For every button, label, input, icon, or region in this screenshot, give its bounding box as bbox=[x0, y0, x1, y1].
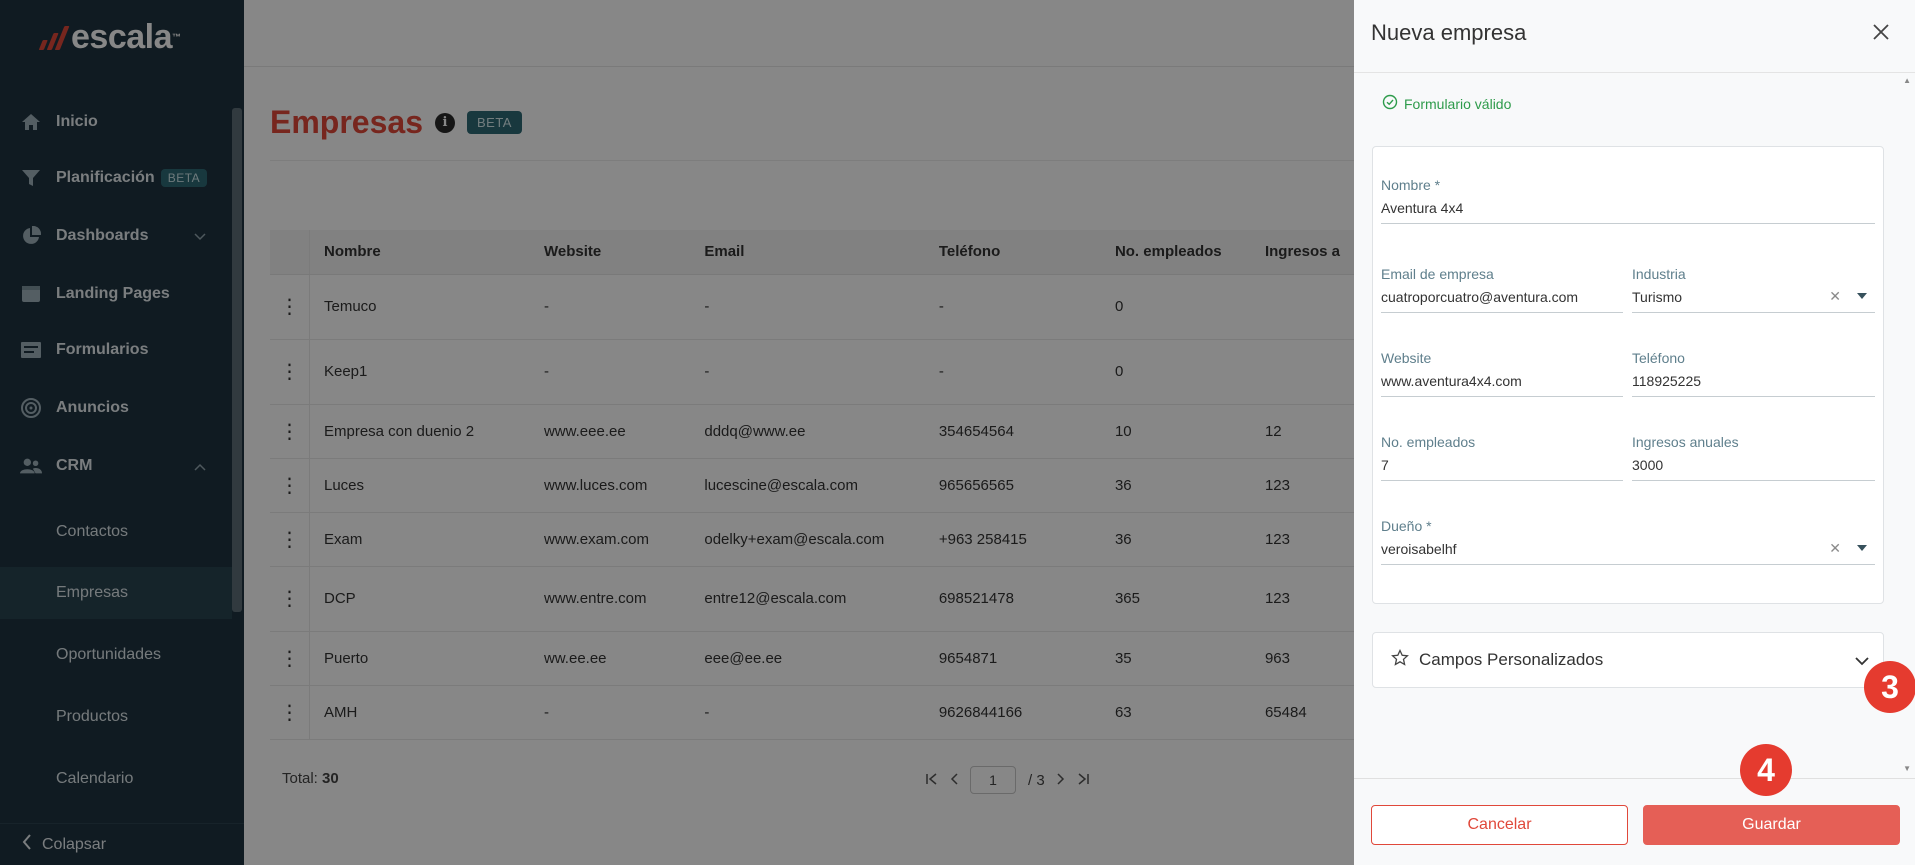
check-circle-icon bbox=[1382, 94, 1398, 113]
empleados-field[interactable]: No. empleados 7 bbox=[1381, 434, 1623, 481]
form-valid-status: Formulario válido bbox=[1382, 94, 1511, 113]
dueno-value: veroisabelhf bbox=[1381, 541, 1457, 557]
step-marker-3: 3 bbox=[1864, 661, 1915, 713]
star-icon bbox=[1391, 648, 1409, 672]
empleados-label: No. empleados bbox=[1381, 434, 1476, 450]
website-field[interactable]: Website www.aventura4x4.com bbox=[1381, 350, 1623, 397]
dueno-label: Dueño * bbox=[1381, 518, 1432, 534]
modal-backdrop[interactable] bbox=[0, 0, 1354, 865]
email-input[interactable]: cuatroporcuatro@aventura.com bbox=[1381, 289, 1623, 313]
industria-select[interactable]: Turismo ✕ bbox=[1632, 288, 1875, 313]
custom-fields-accordion[interactable]: Campos Personalizados bbox=[1372, 632, 1884, 688]
ingresos-input[interactable]: 3000 bbox=[1632, 457, 1875, 481]
industria-value: Turismo bbox=[1632, 289, 1683, 305]
new-company-drawer: Nueva empresa ▲ Formulario válido Nombre… bbox=[1354, 0, 1915, 865]
nombre-label: Nombre * bbox=[1381, 177, 1441, 193]
form-valid-text: Formulario válido bbox=[1404, 95, 1512, 112]
company-form-card: Nombre * Aventura 4x4 Email de empresa c… bbox=[1372, 146, 1884, 604]
ingresos-field[interactable]: Ingresos anuales 3000 bbox=[1632, 434, 1875, 481]
scroll-up-icon[interactable]: ▲ bbox=[1903, 76, 1911, 85]
drawer-footer: Cancelar Guardar bbox=[1354, 778, 1915, 865]
ingresos-label: Ingresos anuales bbox=[1632, 434, 1739, 450]
drawer-header: Nueva empresa bbox=[1354, 0, 1915, 73]
custom-fields-label: Campos Personalizados bbox=[1419, 650, 1604, 669]
telefono-label: Teléfono bbox=[1632, 350, 1685, 366]
step-number: 4 bbox=[1757, 751, 1775, 788]
scroll-down-icon[interactable]: ▼ bbox=[1903, 764, 1911, 773]
caret-down-icon[interactable] bbox=[1857, 293, 1867, 299]
dueno-select[interactable]: veroisabelhf ✕ bbox=[1381, 540, 1875, 565]
website-input[interactable]: www.aventura4x4.com bbox=[1381, 373, 1623, 397]
email-field[interactable]: Email de empresa cuatroporcuatro@aventur… bbox=[1381, 266, 1623, 313]
telefono-input[interactable]: 118925225 bbox=[1632, 373, 1875, 397]
industria-field[interactable]: Industria Turismo ✕ bbox=[1632, 266, 1875, 313]
website-label: Website bbox=[1381, 350, 1432, 366]
step-marker-4: 4 bbox=[1740, 744, 1792, 796]
nombre-input[interactable]: Aventura 4x4 bbox=[1381, 200, 1875, 224]
email-label: Email de empresa bbox=[1381, 266, 1494, 282]
nombre-field[interactable]: Nombre * Aventura 4x4 bbox=[1381, 177, 1875, 224]
empleados-input[interactable]: 7 bbox=[1381, 457, 1623, 481]
clear-icon[interactable]: ✕ bbox=[1829, 288, 1841, 305]
caret-down-icon[interactable] bbox=[1857, 545, 1867, 551]
clear-icon[interactable]: ✕ bbox=[1829, 540, 1841, 557]
close-icon[interactable] bbox=[1869, 20, 1893, 44]
drawer-title: Nueva empresa bbox=[1371, 20, 1527, 45]
step-number: 3 bbox=[1881, 668, 1899, 705]
industria-label: Industria bbox=[1632, 266, 1686, 282]
dueno-field[interactable]: Dueño * veroisabelhf ✕ bbox=[1381, 518, 1875, 565]
save-button[interactable]: Guardar bbox=[1643, 805, 1900, 845]
cancel-button[interactable]: Cancelar bbox=[1371, 805, 1628, 845]
chevron-down-icon bbox=[1855, 651, 1869, 671]
telefono-field[interactable]: Teléfono 118925225 bbox=[1632, 350, 1875, 397]
